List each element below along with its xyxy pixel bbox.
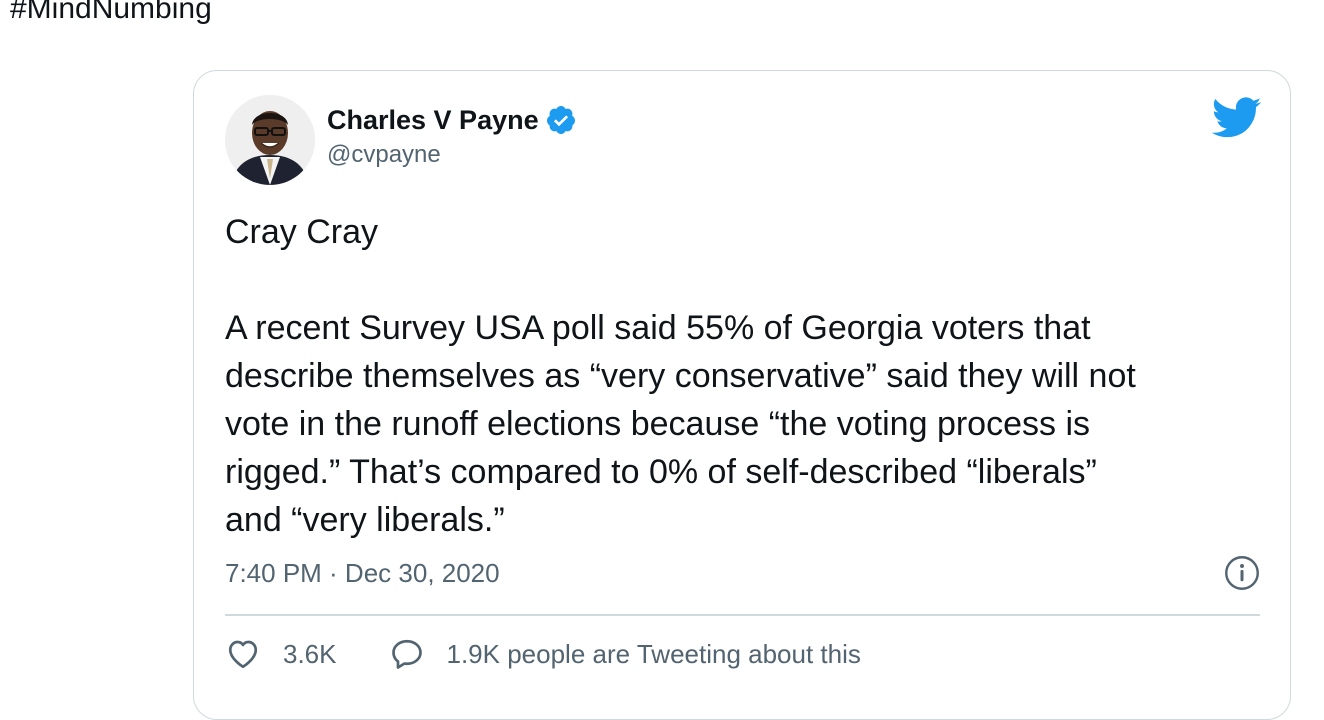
heart-icon xyxy=(228,640,258,669)
like-count: 3.6K xyxy=(283,638,337,669)
tweet-timestamp-link[interactable]: 7:40 PM · Dec 30, 2020 xyxy=(225,558,500,589)
tweet-actions: 3.6K 1.9K people are Tweeting about this xyxy=(225,636,861,672)
hashtag-text: #MindNumbing xyxy=(10,0,212,25)
speech-bubble-icon xyxy=(391,639,422,669)
conversation-link[interactable]: 1.9K people are Tweeting about this xyxy=(389,636,861,672)
twitter-bird-icon[interactable] xyxy=(1211,97,1262,139)
author-name[interactable]: Charles V Payne xyxy=(327,105,539,136)
tweet-text-line-1: Cray Cray xyxy=(225,213,379,251)
verified-badge-icon xyxy=(545,104,577,136)
author-handle[interactable]: @cvpayne xyxy=(327,141,577,169)
avatar[interactable] xyxy=(225,95,315,185)
embedded-tweet-card[interactable]: Charles V Payne @cvpayne Cray Cray A rec… xyxy=(193,70,1291,720)
like-button[interactable]: 3.6K xyxy=(225,636,337,672)
author-info[interactable]: Charles V Payne @cvpayne xyxy=(327,103,577,169)
info-icon[interactable] xyxy=(1224,555,1260,591)
divider xyxy=(225,614,1260,616)
conversation-text: 1.9K people are Tweeting about this xyxy=(446,638,861,669)
tweet-text: Cray Cray A recent Survey USA poll said … xyxy=(225,208,1265,544)
tweet-text-body: A recent Survey USA poll said 55% of Geo… xyxy=(225,309,1136,539)
